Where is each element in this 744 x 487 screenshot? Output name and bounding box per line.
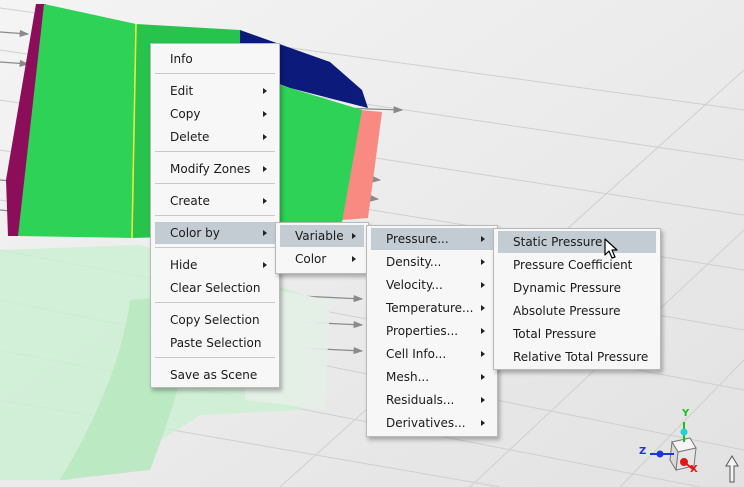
y-axis-label: Y [682, 408, 690, 419]
menu-item-paste-selection[interactable]: Paste Selection [155, 332, 275, 354]
submenu-arrow-icon [263, 198, 267, 204]
menu-item-modify-zones[interactable]: Modify Zones [155, 158, 275, 180]
menu-item-edit[interactable]: Edit [155, 80, 275, 102]
x-axis-dot [680, 458, 688, 466]
menu-separator [155, 357, 275, 358]
submenu-arrow-icon [481, 397, 485, 403]
submenu-arrow-icon [263, 262, 267, 268]
submenu-arrow-icon [481, 420, 485, 426]
menu-item-dynamic-pressure[interactable]: Dynamic Pressure [498, 277, 656, 299]
submenu-arrow-icon [481, 305, 485, 311]
submenu-arrow-icon [481, 374, 485, 380]
submenu-arrow-icon [481, 282, 485, 288]
menu-item-hide[interactable]: Hide [155, 254, 275, 276]
z-axis-label: Z [639, 446, 647, 457]
mouse-cursor-icon [604, 238, 618, 259]
z-axis-dot [656, 450, 664, 458]
menu-item-color-by[interactable]: Color by [155, 222, 275, 244]
pressure-submenu: Static Pressure Pressure Coefficient Dyn… [493, 228, 661, 370]
menu-item-color[interactable]: Color [280, 248, 364, 270]
submenu-arrow-icon [352, 233, 356, 239]
menu-separator [155, 183, 275, 184]
menu-item-temperature[interactable]: Temperature... [371, 297, 493, 319]
submenu-arrow-icon [263, 230, 267, 236]
submenu-arrow-icon [263, 134, 267, 140]
x-axis-label: X [690, 464, 698, 475]
submenu-arrow-icon [352, 256, 356, 262]
menu-separator [155, 73, 275, 74]
menu-separator [155, 215, 275, 216]
menu-item-derivatives[interactable]: Derivatives... [371, 412, 493, 434]
menu-item-velocity[interactable]: Velocity... [371, 274, 493, 296]
menu-item-residuals[interactable]: Residuals... [371, 389, 493, 411]
menu-item-mesh[interactable]: Mesh... [371, 366, 493, 388]
menu-item-copy-selection[interactable]: Copy Selection [155, 309, 275, 331]
menu-separator [155, 151, 275, 152]
menu-separator [155, 302, 275, 303]
menu-item-variable[interactable]: Variable [280, 225, 364, 247]
variable-submenu: Pressure... Density... Velocity... Tempe… [366, 225, 498, 437]
color-by-submenu: Variable Color [275, 222, 369, 274]
submenu-arrow-icon [481, 259, 485, 265]
menu-item-create[interactable]: Create [155, 190, 275, 212]
submenu-arrow-icon [481, 328, 485, 334]
menu-item-copy[interactable]: Copy [155, 103, 275, 125]
submenu-arrow-icon [263, 88, 267, 94]
menu-item-save-as-scene[interactable]: Save as Scene [155, 364, 275, 386]
submenu-arrow-icon [481, 351, 485, 357]
submenu-arrow-icon [263, 166, 267, 172]
submenu-arrow-icon [481, 236, 485, 242]
menu-item-pressure-coefficient[interactable]: Pressure Coefficient [498, 254, 656, 276]
menu-separator [155, 247, 275, 248]
menu-item-pressure[interactable]: Pressure... [371, 228, 493, 250]
axis-triad[interactable]: Y Z X [636, 408, 712, 482]
menu-item-delete[interactable]: Delete [155, 126, 275, 148]
menu-item-static-pressure[interactable]: Static Pressure [498, 231, 656, 253]
menu-item-absolute-pressure[interactable]: Absolute Pressure [498, 300, 656, 322]
menu-item-density[interactable]: Density... [371, 251, 493, 273]
menu-item-cell-info[interactable]: Cell Info... [371, 343, 493, 365]
y-axis-dot [680, 428, 688, 436]
view-up-arrow-icon [725, 455, 739, 483]
menu-item-relative-total-pressure[interactable]: Relative Total Pressure [498, 346, 656, 368]
menu-item-properties[interactable]: Properties... [371, 320, 493, 342]
submenu-arrow-icon [263, 111, 267, 117]
context-menu: Info Edit Copy Delete Modify Zones Creat… [150, 43, 280, 388]
menu-item-clear-selection[interactable]: Clear Selection [155, 277, 275, 299]
menu-item-total-pressure[interactable]: Total Pressure [498, 323, 656, 345]
menu-item-info[interactable]: Info [155, 48, 275, 70]
